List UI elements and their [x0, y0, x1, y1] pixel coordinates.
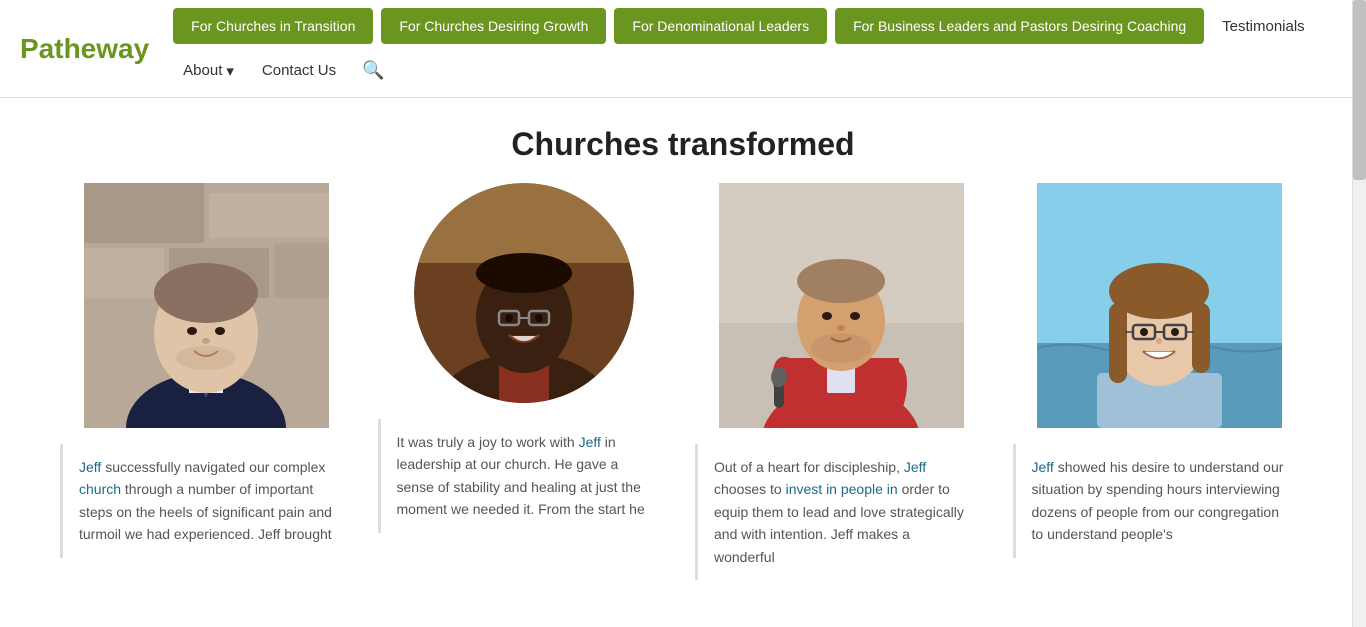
nav-denominational-leaders[interactable]: For Denominational Leaders	[614, 8, 827, 44]
page-title-section: Churches transformed	[0, 98, 1366, 183]
testimonial-card-4: Jeff showed his desire to understand our…	[1013, 183, 1307, 580]
testimonial-text-2: It was truly a joy to work with Jeff in …	[378, 419, 672, 533]
nav-buttons: For Churches in Transition For Churches …	[173, 8, 1346, 89]
chevron-down-icon: ▾	[226, 62, 234, 80]
testimonial-card-3: Out of a heart for discipleship, Jeff ch…	[695, 183, 989, 580]
search-icon: 🔍	[362, 60, 384, 80]
person-photo-1	[84, 183, 329, 428]
person-photo-3	[719, 183, 964, 428]
nav-testimonials[interactable]: Testimonials	[1212, 10, 1315, 43]
nav-churches-growth[interactable]: For Churches Desiring Growth	[381, 8, 606, 44]
scrollbar-thumb[interactable]	[1353, 0, 1366, 180]
testimonial-text-1: Jeff successfully navigated our complex …	[60, 444, 354, 558]
nav-contact[interactable]: Contact Us	[252, 54, 346, 87]
page-title: Churches transformed	[20, 126, 1346, 163]
navbar: Patheway For Churches in Transition For …	[0, 0, 1366, 98]
testimonials-grid: Jeff successfully navigated our complex …	[0, 183, 1366, 610]
scrollbar[interactable]	[1352, 0, 1366, 627]
testimonial-text-3: Out of a heart for discipleship, Jeff ch…	[695, 444, 989, 580]
nav-business-leaders[interactable]: For Business Leaders and Pastors Desirin…	[835, 8, 1204, 44]
nav-about[interactable]: About ▾	[173, 54, 244, 88]
site-logo[interactable]: Patheway	[20, 33, 149, 65]
nav-churches-transition[interactable]: For Churches in Transition	[173, 8, 373, 44]
testimonial-text-4: Jeff showed his desire to understand our…	[1013, 444, 1307, 558]
testimonial-highlight: Jeff	[79, 459, 101, 475]
testimonial-card-1: Jeff successfully navigated our complex …	[60, 183, 354, 580]
person-photo-4	[1037, 183, 1282, 428]
search-button[interactable]: 🔍	[354, 52, 392, 89]
person-photo-2	[414, 183, 634, 403]
testimonial-card-2: It was truly a joy to work with Jeff in …	[378, 183, 672, 580]
